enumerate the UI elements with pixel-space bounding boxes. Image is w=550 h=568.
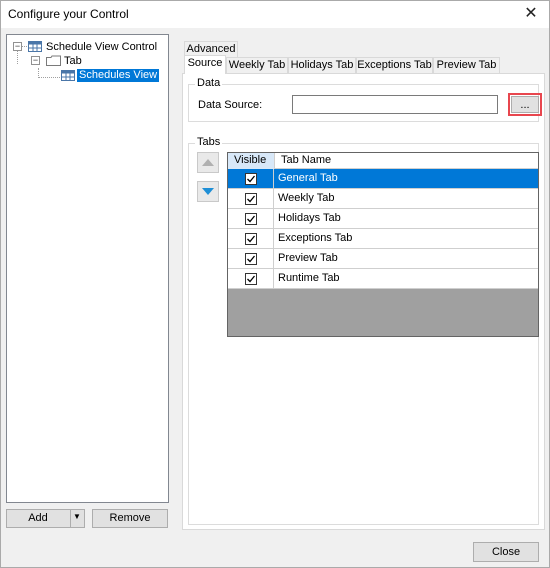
tab-weekly[interactable]: Weekly Tab [226, 57, 288, 74]
grid-icon [28, 41, 42, 52]
tab-name-cell: Holidays Tab [278, 212, 341, 224]
checkmark-icon [247, 275, 256, 283]
checkmark-icon [247, 235, 256, 243]
add-button-label: Add [28, 512, 48, 524]
configure-dialog: Configure your Control ✕ − Schedule View… [0, 0, 550, 568]
close-icon: ✕ [524, 5, 538, 22]
tabs-group-title: Tabs [195, 136, 223, 148]
data-source-label: Data Source: [198, 99, 263, 111]
tab-exceptions[interactable]: Exceptions Tab [356, 57, 433, 74]
tree-node-root[interactable]: − Schedule View Control [11, 40, 161, 54]
tree-node-schedules-view-label: Schedules View [77, 69, 160, 82]
grid-icon [61, 70, 75, 81]
visible-cell[interactable] [228, 249, 274, 268]
visible-checkbox[interactable] [245, 233, 257, 245]
table-row[interactable]: Runtime Tab [228, 269, 538, 289]
collapse-icon[interactable]: − [31, 56, 40, 65]
tabs-groupbox: Tabs Visible Tab Name General Tab Weekly… [188, 136, 539, 525]
tab-name-cell: Preview Tab [278, 252, 338, 264]
folder-icon [46, 55, 61, 66]
tab-preview[interactable]: Preview Tab [433, 57, 500, 74]
data-groupbox: Data Data Source: ... [188, 77, 542, 122]
checkmark-icon [247, 255, 256, 263]
visible-cell[interactable] [228, 189, 274, 208]
visible-cell[interactable] [228, 169, 274, 188]
visible-cell[interactable] [228, 269, 274, 288]
table-row[interactable]: Weekly Tab [228, 189, 538, 209]
visible-checkbox[interactable] [245, 193, 257, 205]
close-window-button[interactable]: ✕ [513, 1, 549, 28]
visible-checkbox[interactable] [245, 273, 257, 285]
visible-checkbox[interactable] [245, 213, 257, 225]
tab-holidays[interactable]: Holidays Tab [288, 57, 356, 74]
window-title: Configure your Control [8, 7, 129, 21]
tab-name-cell: Exceptions Tab [278, 232, 353, 244]
grid-header: Visible Tab Name [228, 153, 538, 169]
tree-node-tab[interactable]: − Tab [29, 54, 149, 68]
visible-checkbox[interactable] [245, 173, 257, 185]
tree-node-tab-label: Tab [64, 55, 82, 67]
tree-node-schedules-view[interactable]: Schedules View [59, 69, 169, 83]
checkmark-icon [247, 175, 256, 183]
table-row[interactable]: Holidays Tab [228, 209, 538, 229]
visible-checkbox[interactable] [245, 253, 257, 265]
table-row[interactable]: Exceptions Tab [228, 229, 538, 249]
tabs-grid[interactable]: Visible Tab Name General Tab Weekly Tab … [227, 152, 539, 337]
data-source-input[interactable] [292, 95, 498, 114]
tab-name-cell: Weekly Tab [278, 192, 335, 204]
properties-panel: Advanced Source Weekly Tab Holidays Tab … [182, 41, 545, 530]
table-row[interactable]: Preview Tab [228, 249, 538, 269]
close-button[interactable]: Close [473, 542, 539, 562]
tab-source[interactable]: Source [184, 55, 226, 74]
table-row[interactable]: General Tab [228, 169, 538, 189]
tree-connector [38, 77, 60, 78]
move-down-button[interactable] [197, 181, 219, 202]
tab-name-cell: Runtime Tab [278, 272, 340, 284]
column-header-tab-name[interactable]: Tab Name [275, 153, 538, 169]
checkmark-icon [247, 215, 256, 223]
browse-data-source-button[interactable]: ... [511, 96, 539, 113]
control-tree[interactable]: − Schedule View Control − Tab Schedules … [6, 34, 169, 503]
visible-cell[interactable] [228, 209, 274, 228]
add-split-button[interactable]: Add ▼ [6, 509, 85, 528]
split-divider [70, 510, 71, 527]
visible-cell[interactable] [228, 229, 274, 248]
move-up-button[interactable] [197, 152, 219, 173]
title-bar: Configure your Control ✕ [1, 1, 549, 28]
tab-name-cell: General Tab [278, 172, 338, 184]
remove-button[interactable]: Remove [92, 509, 168, 528]
tree-node-root-label: Schedule View Control [46, 41, 158, 53]
checkmark-icon [247, 195, 256, 203]
source-tab-content: Data Data Source: ... Tabs Visible Tab N… [182, 73, 545, 530]
collapse-icon[interactable]: − [13, 42, 22, 51]
data-group-title: Data [195, 77, 223, 89]
dropdown-arrow-icon[interactable]: ▼ [73, 512, 81, 521]
arrow-down-icon [202, 188, 214, 195]
column-header-visible[interactable]: Visible [228, 153, 275, 169]
arrow-up-icon [202, 159, 214, 166]
